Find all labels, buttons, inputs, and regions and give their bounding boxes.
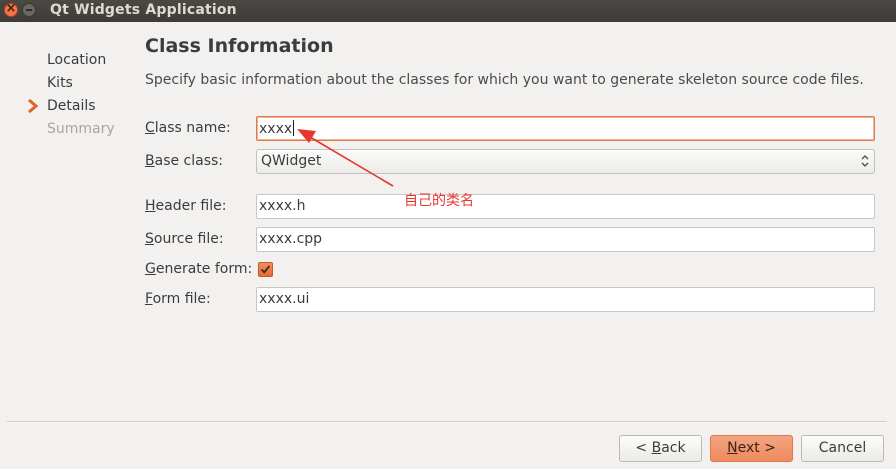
generate-form-label: Generate form:: [145, 261, 253, 277]
base-class-label: Base class:: [145, 153, 224, 169]
form-file-input[interactable]: xxxx.ui: [256, 287, 875, 312]
text-caret: [293, 120, 295, 136]
page-title: Class Information: [145, 35, 334, 57]
page-description: Specify basic information about the clas…: [145, 72, 864, 88]
dropdown-arrows-icon: [861, 155, 869, 167]
annotation-text: 自己的类名: [404, 193, 474, 209]
source-file-input[interactable]: xxxx.cpp: [256, 227, 875, 252]
class-name-input[interactable]: xxxx: [256, 116, 875, 141]
step-summary: Summary: [47, 121, 115, 137]
button-divider: [7, 421, 887, 423]
class-name-label: Class name:: [145, 120, 231, 136]
current-step-arrow-icon: [28, 99, 39, 113]
step-details: Details: [47, 98, 96, 114]
cancel-button[interactable]: Cancel: [801, 435, 884, 462]
step-kits: Kits: [47, 75, 73, 91]
step-location: Location: [47, 52, 107, 68]
header-file-input[interactable]: xxxx.h: [256, 194, 875, 219]
minimize-window-icon[interactable]: [22, 3, 36, 17]
close-window-icon[interactable]: [4, 1, 18, 17]
header-file-label: Header file:: [145, 198, 227, 214]
back-button[interactable]: < Back: [619, 435, 702, 462]
window-title: Qt Widgets Application: [50, 2, 237, 18]
source-file-label: Source file:: [145, 231, 224, 247]
title-bar: Qt Widgets Application: [0, 0, 896, 22]
checkmark-icon: [260, 265, 271, 274]
generate-form-checkbox[interactable]: [258, 262, 273, 277]
next-button[interactable]: Next >: [710, 435, 793, 462]
base-class-select[interactable]: QWidget: [256, 149, 875, 174]
base-class-value: QWidget: [261, 153, 322, 169]
form-file-label: Form file:: [145, 291, 211, 307]
